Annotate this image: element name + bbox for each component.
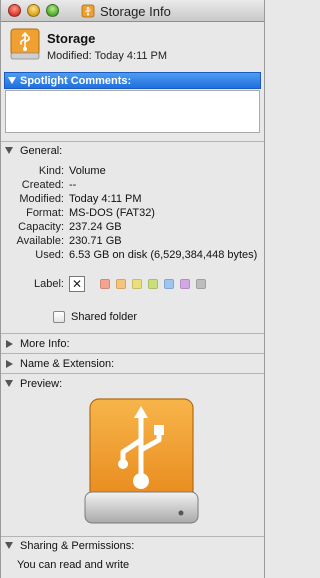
info-row-format: Format: MS-DOS (FAT32) <box>1 206 264 220</box>
info-value: 230.71 GB <box>69 235 122 247</box>
preview-section-header[interactable]: Preview: <box>5 376 62 391</box>
info-row-available: Available: 230.71 GB <box>1 234 264 248</box>
usb-drive-icon <box>84 398 199 524</box>
shared-folder-label: Shared folder <box>71 311 138 323</box>
spotlight-comments-header[interactable]: Spotlight Comments: <box>4 72 261 89</box>
usb-drive-icon <box>10 28 40 60</box>
label-row: Label: ✕ <box>1 276 264 292</box>
zoom-button[interactable] <box>46 4 59 17</box>
divider <box>1 141 264 142</box>
divider <box>1 373 264 374</box>
info-row-kind: Kind: Volume <box>1 164 264 178</box>
window-title: Storage Info <box>100 3 171 19</box>
sharing-permissions-section-header[interactable]: Sharing & Permissions: <box>5 538 134 553</box>
spotlight-comments-field[interactable] <box>5 90 260 133</box>
info-key: Capacity: <box>18 221 64 233</box>
info-value: 6.53 GB on disk (6,529,384,448 bytes) <box>69 249 258 261</box>
info-row-created: Created: -- <box>1 178 264 192</box>
name-extension-label: Name & Extension: <box>20 357 115 370</box>
info-key: Available: <box>16 235 65 247</box>
disclosure-triangle-icon[interactable] <box>5 147 13 154</box>
label-none-button[interactable]: ✕ <box>69 276 85 292</box>
more-info-label: More Info: <box>20 337 70 350</box>
info-key: Format: <box>26 207 64 219</box>
divider <box>1 536 264 537</box>
info-key: Created: <box>21 179 64 191</box>
shared-folder-checkbox[interactable] <box>53 311 65 323</box>
label-color-blue[interactable] <box>164 279 174 289</box>
divider <box>1 333 264 334</box>
info-value: 237.24 GB <box>69 221 122 233</box>
title-bar[interactable]: Storage Info <box>1 0 264 22</box>
file-name: Storage <box>47 31 96 46</box>
modified-summary: Modified: Today 4:11 PM <box>47 50 168 62</box>
info-value: Today 4:11 PM <box>69 193 142 205</box>
label-color-orange[interactable] <box>116 279 126 289</box>
more-info-section-header[interactable]: More Info: <box>5 336 70 351</box>
sharing-permissions-label: Sharing & Permissions: <box>20 539 135 552</box>
disclosure-triangle-icon[interactable] <box>6 339 13 348</box>
info-key: Label: <box>34 278 64 290</box>
label-color-red[interactable] <box>100 279 110 289</box>
general-label: General: <box>20 144 63 157</box>
info-key: Used: <box>35 249 64 261</box>
close-button[interactable] <box>8 4 21 17</box>
label-color-gray[interactable] <box>196 279 206 289</box>
usb-drive-icon <box>81 4 95 18</box>
label-color-green[interactable] <box>148 279 158 289</box>
info-row-modified: Modified: Today 4:11 PM <box>1 192 264 206</box>
permissions-summary: You can read and write <box>17 559 130 571</box>
general-section-header[interactable]: General: <box>5 143 62 158</box>
disclosure-triangle-icon[interactable] <box>5 380 13 387</box>
disclosure-triangle-icon[interactable] <box>8 77 16 84</box>
minimize-button[interactable] <box>27 4 40 17</box>
info-row-used: Used: 6.53 GB on disk (6,529,384,448 byt… <box>1 248 264 276</box>
info-value: MS-DOS (FAT32) <box>69 207 155 219</box>
file-header: Storage Modified: Today 4:11 PM <box>1 22 264 68</box>
info-key: Kind: <box>38 165 64 177</box>
divider <box>1 353 264 354</box>
spotlight-comments-label: Spotlight Comments: <box>20 74 132 87</box>
shared-folder-option[interactable]: Shared folder <box>53 310 137 324</box>
info-window: Storage Info Storage Modified: Today 4:1… <box>0 0 265 578</box>
info-key: Modified: <box>19 193 64 205</box>
disclosure-triangle-icon[interactable] <box>5 542 13 549</box>
info-row-capacity: Capacity: 237.24 GB <box>1 220 264 234</box>
preview-label: Preview: <box>20 377 63 390</box>
info-value: Volume <box>69 165 106 177</box>
info-value: -- <box>69 179 77 191</box>
disclosure-triangle-icon[interactable] <box>6 359 13 368</box>
label-color-purple[interactable] <box>180 279 190 289</box>
label-color-yellow[interactable] <box>132 279 142 289</box>
name-extension-section-header[interactable]: Name & Extension: <box>5 356 114 371</box>
